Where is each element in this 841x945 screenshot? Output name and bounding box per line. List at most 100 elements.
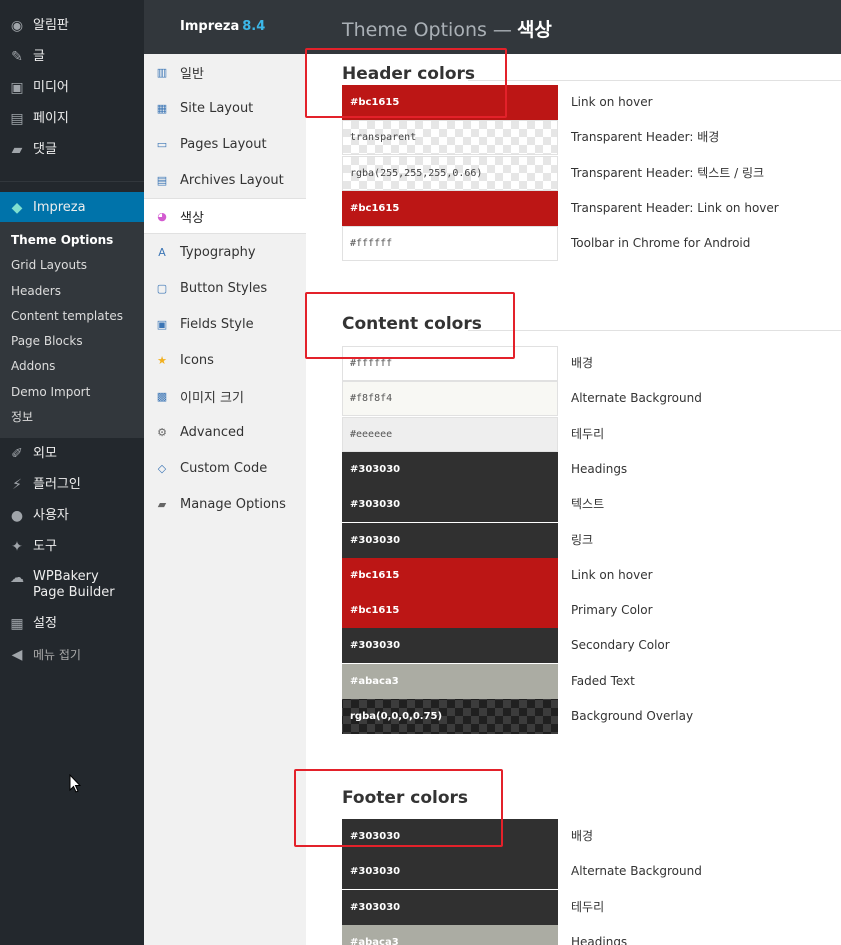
color-picker-field[interactable]: #303030 (342, 522, 558, 558)
color-picker-field[interactable]: #303030 (342, 854, 558, 890)
options-nav-pages-layout[interactable]: ▭ Pages Layout (144, 126, 306, 162)
submenu-item-content-templates[interactable]: Content templates (0, 304, 144, 329)
divider (468, 330, 841, 331)
annotation-box (305, 48, 507, 118)
media-icon: ▣ (10, 80, 24, 96)
manage-icon: ▰ (157, 497, 167, 511)
color-picker-field[interactable]: rgba(0,0,0,0.75) (342, 699, 558, 734)
color-option-label: 테두리 (571, 899, 605, 914)
menu-item-설정[interactable]: ▦ 설정 (0, 608, 144, 639)
color-option-label: 텍스트 (571, 497, 605, 512)
star-icon: ★ (157, 353, 167, 367)
options-nav-이미지-크기[interactable]: ▩ 이미지 크기 (144, 378, 306, 414)
collapse-icon: ◀ (11, 647, 23, 664)
theme-options-nav: Impreza 8.4 ▥ 일반 ▦ Site Layout ▭ Pages Layout ▤… (144, 0, 306, 945)
options-nav-list: ▥ 일반 ▦ Site Layout ▭ Pages Layout ▤ Archives La… (144, 54, 306, 522)
color-option-label: Transparent Header: 텍스트 / 링크 (571, 165, 765, 180)
color-picker-field[interactable]: #ffffff (342, 226, 558, 262)
color-option-row: #bc1615 Transparent Header: Link on hover (342, 190, 841, 226)
options-nav-archives-layout[interactable]: ▤ Archives Layout (144, 162, 306, 198)
options-nav-button-styles[interactable]: ▢ Button Styles (144, 270, 306, 306)
wrench-icon: ✦ (11, 539, 23, 556)
color-option-row: rgba(255,255,255,0.66) Transparent Header… (342, 155, 841, 191)
color-picker-field[interactable]: #abaca3 (342, 924, 558, 945)
color-option-row: #303030 Alternate Background (342, 854, 841, 890)
cloud-icon: ☁ (10, 570, 24, 587)
color-option-row: #303030 테두리 (342, 889, 841, 925)
menu-item-도구[interactable]: ✦ 도구 (0, 531, 144, 562)
menu-item-글[interactable]: ✎ 글 (0, 41, 144, 72)
color-picker-field[interactable]: #eeeeee (342, 416, 558, 452)
annotation-box (294, 769, 503, 847)
submenu-item-addons[interactable]: Addons (0, 354, 144, 379)
color-option-label: Primary Color (571, 603, 653, 618)
submenu-item-headers[interactable]: Headers (0, 279, 144, 304)
color-option-label: 배경 (571, 356, 594, 370)
options-nav-site-layout[interactable]: ▦ Site Layout (144, 90, 306, 126)
submenu-item-demo-import[interactable]: Demo Import (0, 380, 144, 405)
color-option-label: Alternate Background (571, 864, 702, 879)
admin-menu-bottom: ✐ 외모 ⚡ 플러그인 ● 사용자 ✦ 도구 ☁ WPBakery Page Builder ▦ 설정 (0, 438, 144, 639)
typography-icon: A (158, 245, 166, 259)
menu-item-댓글[interactable]: ▰ 댓글 (0, 134, 144, 165)
color-picker-field[interactable]: #abaca3 (342, 663, 558, 699)
image-icon: ▩ (156, 389, 168, 403)
menu-item-알림판[interactable]: ◉ 알림판 (0, 10, 144, 41)
annotation-box (305, 292, 515, 359)
color-option-row: #abaca3 Headings (342, 924, 841, 945)
menu-item-플러그인[interactable]: ⚡ 플러그인 (0, 469, 144, 500)
color-option-label: Link on hover (571, 95, 653, 109)
code-icon: ◇ (157, 461, 167, 475)
options-nav-advanced[interactable]: ⚙ Advanced (144, 414, 306, 450)
color-picker-field[interactable]: rgba(255,255,255,0.66) (342, 155, 558, 191)
layout-icon: ▦ (156, 101, 168, 115)
color-picker-field[interactable]: #bc1615 (342, 557, 558, 593)
color-picker-field[interactable]: #bc1615 (342, 190, 558, 226)
color-option-row: #ffffff Toolbar in Chrome for Android (342, 226, 841, 262)
color-picker-field[interactable]: #303030 (342, 487, 558, 523)
options-nav-icons[interactable]: ★ Icons (144, 342, 306, 378)
menu-item-impreza[interactable]: ◆ Impreza (0, 192, 144, 222)
color-option-row: #303030 텍스트 (342, 487, 841, 523)
color-option-row: #303030 링크 (342, 522, 841, 558)
comment-icon: ▰ (11, 142, 23, 158)
options-nav-typography[interactable]: A Typography (144, 234, 306, 270)
submenu-item-정보[interactable]: 정보 (0, 405, 144, 430)
color-picker-field[interactable]: #f8f8f4 (342, 381, 558, 417)
color-option-label: 테두리 (571, 426, 605, 441)
color-option-label: Toolbar in Chrome for Android (571, 236, 751, 251)
submenu-item-grid-layouts[interactable]: Grid Layouts (0, 253, 144, 278)
color-option-label: Faded Text (571, 673, 635, 688)
menu-item-미디어[interactable]: ▣ 미디어 (0, 72, 144, 103)
submenu-item-theme-options[interactable]: Theme Options (0, 228, 144, 253)
archives-icon: ▤ (156, 173, 168, 187)
menu-item-사용자[interactable]: ● 사용자 (0, 500, 144, 531)
color-picker-field[interactable]: transparent (342, 120, 558, 156)
options-nav-색상[interactable]: ◕ 색상 (144, 198, 306, 234)
menu-item-wpbakery-page-builder[interactable]: ☁ WPBakery Page Builder (0, 562, 144, 608)
color-picker-field[interactable]: #303030 (342, 628, 558, 664)
color-option-label: Link on hover (571, 567, 653, 582)
options-nav-일반[interactable]: ▥ 일반 (144, 54, 306, 90)
settings-icon: ▦ (10, 616, 24, 633)
submenu-item-page-blocks[interactable]: Page Blocks (0, 329, 144, 354)
menu-item-페이지[interactable]: ▤ 페이지 (0, 103, 144, 134)
color-option-row: #eeeeee 테두리 (342, 416, 841, 452)
options-nav-custom-code[interactable]: ◇ Custom Code (144, 450, 306, 486)
color-option-row: rgba(0,0,0,0.75) Background Overlay (342, 699, 841, 734)
color-option-row: #bc1615 Primary Color (342, 593, 841, 629)
color-option-label: Headings (571, 461, 628, 476)
color-option-label: Transparent Header: Link on hover (571, 200, 779, 215)
menu-item-외모[interactable]: ✐ 외모 (0, 438, 144, 469)
options-nav-manage-options[interactable]: ▰ Manage Options (144, 486, 306, 522)
color-picker-field[interactable]: #303030 (342, 451, 558, 487)
collapse-menu-button[interactable]: ◀ 메뉴 접기 (0, 639, 144, 670)
options-nav-fields-style[interactable]: ▣ Fields Style (144, 306, 306, 342)
color-picker-field[interactable]: #bc1615 (342, 593, 558, 629)
color-option-label: Transparent Header: 배경 (571, 130, 720, 145)
color-picker-field[interactable]: #303030 (342, 889, 558, 925)
impreza-submenu: Theme Options Grid Layouts Headers Content … (0, 222, 144, 439)
color-option-row: transparent Transparent Header: 배경 (342, 120, 841, 156)
color-option-label: Secondary Color (571, 638, 670, 653)
menu-separator (0, 181, 144, 182)
